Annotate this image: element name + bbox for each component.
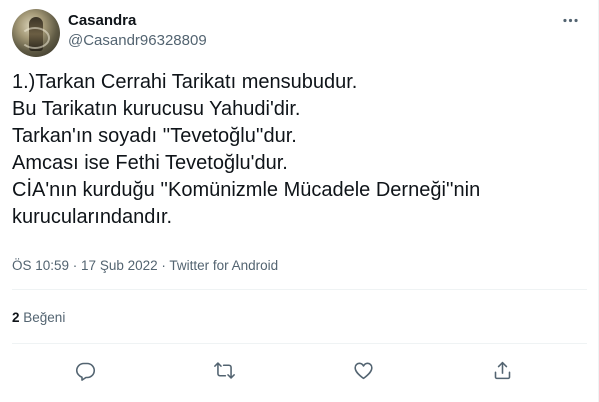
tweet-text-line: Bu Tarikatın kurucusu Yahudi'dir. [12, 98, 301, 120]
tweet-text-line: kurucularındandır. [12, 206, 173, 228]
reply-button[interactable] [68, 355, 102, 385]
likes-stat[interactable]: 2 Beğeni [12, 309, 65, 327]
share-button[interactable] [485, 355, 519, 385]
avatar-ring [20, 27, 50, 49]
likes-count: 2 [12, 310, 20, 325]
action-bar [12, 355, 587, 385]
share-icon [494, 361, 510, 379]
author-display-name[interactable]: Casandra [68, 11, 136, 31]
tweet-time[interactable]: ÖS 10:59 [12, 258, 69, 273]
tweet-source[interactable]: Twitter for Android [169, 258, 278, 273]
retweet-button[interactable] [207, 355, 241, 385]
more-icon [562, 18, 578, 22]
reply-icon [75, 362, 95, 381]
retweet-icon [213, 361, 235, 379]
tweet-text-line: CİA'nın kurduğu ''Komünizmle Mücadele De… [12, 179, 481, 201]
tweet-meta: ÖS 10:59 · 17 Şub 2022 · Twitter for And… [12, 257, 278, 275]
divider [12, 289, 587, 290]
meta-separator: · [157, 258, 170, 273]
avatar[interactable] [12, 9, 60, 57]
like-icon [353, 362, 373, 379]
divider [12, 343, 587, 344]
tweet-text-line: Tarkan'ın soyadı ''Tevetoğlu''dur. [12, 125, 297, 147]
tweet-date[interactable]: 17 Şub 2022 [81, 258, 158, 273]
likes-label: Beğeni [23, 310, 66, 325]
more-button[interactable] [553, 9, 587, 31]
tweet-text: 1.)Tarkan Cerrahi Tarikatı mensubudur. B… [12, 69, 587, 231]
like-button[interactable] [346, 355, 380, 385]
meta-separator: · [69, 258, 82, 273]
tweet-header: Casandra @Casandr96328809 [12, 9, 587, 57]
tweet-text-line: 1.)Tarkan Cerrahi Tarikatı mensubudur. [12, 71, 358, 93]
tweet-text-line: Amcası ise Fethi Tevetoğlu'dur. [12, 152, 288, 174]
author-username[interactable]: @Casandr96328809 [68, 31, 207, 51]
